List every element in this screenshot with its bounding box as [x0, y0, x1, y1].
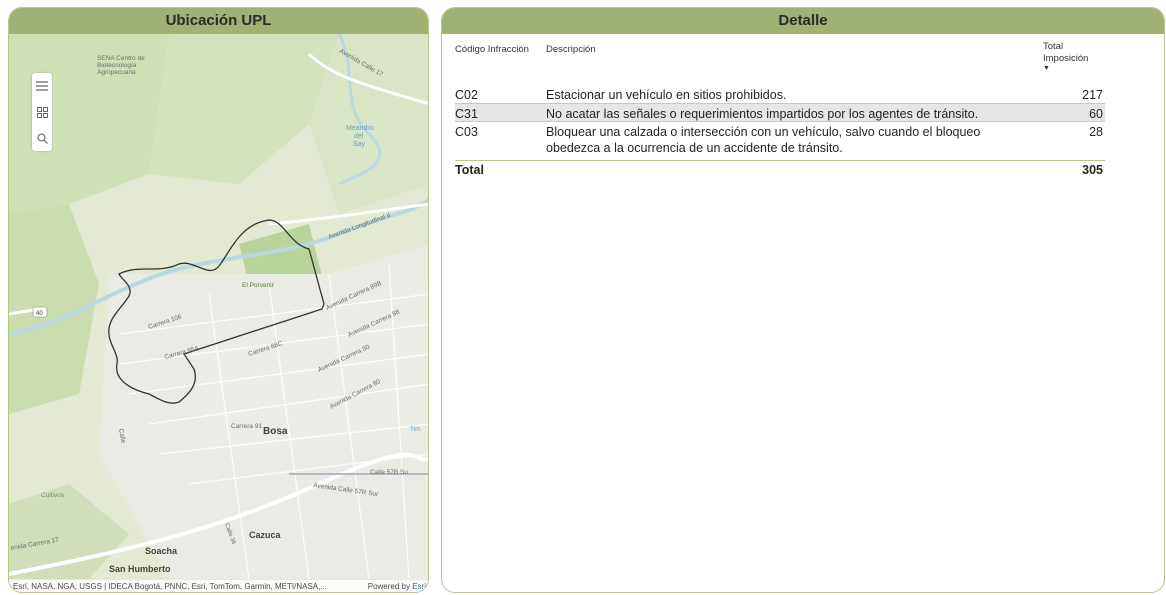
- column-header-desc[interactable]: Descripción: [546, 44, 596, 55]
- map-label-meandro-2: del: [354, 133, 364, 140]
- cell-code: C31: [455, 107, 478, 121]
- map[interactable]: SENA Centro de Biotecnología Agropecuari…: [9, 34, 429, 593]
- detail-table: Código Infracción Descripción Total Impo…: [455, 41, 1105, 179]
- map-label-meandro-1: Meandro: [346, 125, 374, 132]
- cell-desc: Bloquear una calzada o intersección con …: [546, 125, 981, 155]
- table-header: Código Infracción Descripción Total Impo…: [455, 41, 1105, 85]
- detail-panel-title: Detalle: [442, 8, 1164, 34]
- cell-value: 217: [1082, 88, 1103, 102]
- map-label-route-40: 40: [36, 311, 43, 317]
- column-header-total[interactable]: Total Imposición ▼: [1043, 41, 1101, 72]
- search-icon[interactable]: [32, 125, 52, 151]
- table-row-selected[interactable]: C31 No acatar las señales o requerimient…: [455, 103, 1105, 122]
- cell-code: C03: [455, 125, 478, 139]
- table-row[interactable]: C02 Estacionar un vehículo en sitios pro…: [455, 85, 1105, 103]
- basemap[interactable]: SENA Centro de Biotecnología Agropecuari…: [9, 34, 429, 593]
- cell-desc: Estacionar un vehículo en sitios prohibi…: [546, 88, 787, 102]
- map-label-cazuca: Cazuca: [249, 530, 282, 540]
- map-label-bosa: Bosa: [263, 426, 288, 437]
- sort-desc-icon: ▼: [1043, 65, 1050, 72]
- map-label-carrera-91: Carrera 91: [231, 423, 262, 430]
- esri-link[interactable]: Esri: [412, 582, 426, 591]
- map-panel-title: Ubicación UPL: [9, 8, 428, 34]
- map-label-sena-3: Agropecuaria: [97, 69, 136, 76]
- map-label-soacha: Soacha: [145, 546, 178, 556]
- map-label-tim: Tim: [410, 426, 421, 433]
- powered-by: Powered by Esri: [367, 582, 426, 591]
- menu-icon[interactable]: [32, 73, 52, 99]
- total-value: 305: [1082, 163, 1103, 177]
- map-toolbar: [32, 73, 52, 151]
- map-attribution: Esri, NASA, NGA, USGS | IDECA Bogotá, PN…: [9, 580, 428, 592]
- cell-desc: No acatar las señales o requerimientos i…: [546, 107, 979, 121]
- table-row[interactable]: C03 Bloquear una calzada o intersección …: [455, 122, 1105, 160]
- map-panel: Ubicación UPL SENA Centro de Biotecnolog…: [8, 7, 429, 593]
- map-label-cultivos: Cultivos: [41, 492, 65, 499]
- map-label-san-humberto: San Humberto: [109, 564, 171, 574]
- cell-value: 28: [1089, 125, 1103, 139]
- column-header-code[interactable]: Código Infracción: [455, 44, 529, 55]
- attribution-text: Esri, NASA, NGA, USGS | IDECA Bogotá, PN…: [13, 582, 328, 591]
- total-row: Total 305: [455, 160, 1105, 179]
- cell-value: 60: [1089, 107, 1103, 121]
- cell-code: C02: [455, 88, 478, 102]
- map-label-el-porvenir: El Porvenir: [242, 282, 275, 289]
- qr-grid-icon[interactable]: [32, 99, 52, 125]
- map-label-sena-1: SENA Centro de: [97, 55, 145, 62]
- total-label: Total: [455, 163, 484, 177]
- map-label-sena-2: Biotecnología: [97, 62, 137, 69]
- detail-panel: Detalle Código Infracción Descripción To…: [441, 7, 1165, 593]
- map-label-calle-57b: Calle 57B Su: [370, 469, 408, 476]
- map-label-meandro-3: Say: [353, 141, 366, 148]
